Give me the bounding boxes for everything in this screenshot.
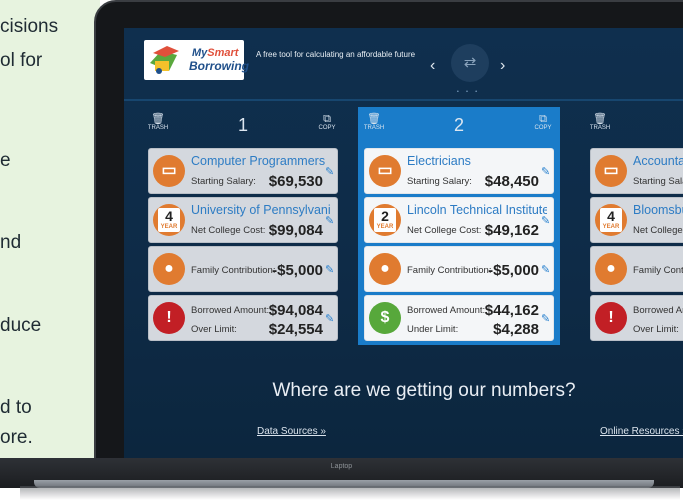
copy-icon: ⧉ xyxy=(323,113,331,125)
side-text-panel: cisions ol for e nd duce d to ore. xyxy=(0,0,100,465)
copy-button[interactable]: ⧉ COPY xyxy=(314,113,340,131)
borrowed-card[interactable]: ! Borrowed Amount: Over Limit: xyxy=(590,295,683,341)
year-badge-icon: 4 YEAR xyxy=(153,204,185,236)
family-contribution-value: -$5,000 xyxy=(488,262,539,279)
side-text-line: cisions xyxy=(0,16,59,37)
numbers-question-heading: Where are we getting our numbers? xyxy=(272,380,576,401)
trash-button[interactable]: 🗑 TRASH xyxy=(588,113,612,131)
side-text-line: ore. xyxy=(0,427,33,448)
pencil-icon[interactable]: ✎ xyxy=(325,265,336,276)
swap-icon[interactable]: ⇄ xyxy=(451,44,489,82)
family-card[interactable]: ● Family Contribution: -$5,000 ✎ xyxy=(148,246,338,292)
dollar-icon: $ xyxy=(369,302,401,334)
side-text-line: duce xyxy=(0,315,42,336)
divider xyxy=(124,99,683,101)
college-title[interactable]: University of Pennsylvania xyxy=(191,203,331,217)
copy-button[interactable]: ⧉ COPY xyxy=(530,113,556,131)
year-badge-icon: 4 YEAR xyxy=(595,204,627,236)
logo-text-smart: Smart xyxy=(207,47,239,59)
year-badge-icon: 2 YEAR xyxy=(369,204,401,236)
mysmartborrowing-logo[interactable]: MySmart Borrowing xyxy=(144,40,249,80)
piggy-bank-icon: ● xyxy=(369,253,401,285)
college-title[interactable]: Bloomsburg xyxy=(633,203,683,217)
briefcase-icon: ▭ xyxy=(153,155,185,187)
piggy-bank-icon: ● xyxy=(595,253,627,285)
logo-mark-icon xyxy=(147,43,181,77)
salary-value: $69,530 xyxy=(268,173,323,190)
pencil-icon[interactable]: ✎ xyxy=(541,216,552,227)
career-title[interactable]: Electricians xyxy=(407,154,547,168)
borrowed-card[interactable]: ! Borrowed Amount: $94,084 Over Limit: $… xyxy=(148,295,338,341)
side-text-line: ol for xyxy=(0,50,43,71)
borrowed-value: $94,084 xyxy=(268,302,323,319)
college-cost-value: $49,162 xyxy=(484,222,539,239)
career-card[interactable]: ▭ Accountants Starting Salary: xyxy=(590,148,683,194)
college-card[interactable]: 4YEAR Bloomsburg Net College Cost: xyxy=(590,197,683,243)
app-screen: MySmart Borrowing A free tool for calcul… xyxy=(124,28,683,458)
pencil-icon[interactable]: ✎ xyxy=(541,167,552,178)
college-title[interactable]: Lincoln Technical Institute... xyxy=(407,203,547,217)
scenario-column-2: 🗑 TRASH 2 ⧉ COPY ▭ Electricians Starting… xyxy=(358,107,560,345)
briefcase-icon: ▭ xyxy=(595,155,627,187)
pencil-icon[interactable]: ✎ xyxy=(541,265,552,276)
college-cost-value: $99,084 xyxy=(268,222,323,239)
borrowed-value: $44,162 xyxy=(484,302,539,319)
pencil-icon[interactable]: ✎ xyxy=(325,167,336,178)
college-card[interactable]: 2 YEAR Lincoln Technical Institute... Net… xyxy=(364,197,554,243)
copy-icon: ⧉ xyxy=(539,113,547,125)
laptop-label: Laptop xyxy=(330,463,353,470)
side-text-line: e xyxy=(0,150,11,171)
career-card[interactable]: ▭ Electricians Starting Salary: $48,450 … xyxy=(364,148,554,194)
logo-text-borrowing: Borrowing xyxy=(189,59,249,73)
side-text-line: nd xyxy=(0,232,22,253)
pencil-icon[interactable]: ✎ xyxy=(325,314,336,325)
data-sources-link[interactable]: Data Sources » xyxy=(257,426,326,437)
family-contribution-value: -$5,000 xyxy=(272,262,323,279)
next-arrow-icon[interactable]: › xyxy=(500,58,505,74)
briefcase-icon: ▭ xyxy=(369,155,401,187)
family-card[interactable]: ● Family Contribution: xyxy=(590,246,683,292)
pencil-icon[interactable]: ✎ xyxy=(325,216,336,227)
carousel-dots[interactable]: • • • xyxy=(457,89,480,95)
scenario-column-1: 🗑 TRASH 1 ⧉ COPY ▭ Computer Programmers … xyxy=(142,107,344,345)
prev-arrow-icon[interactable]: ‹ xyxy=(430,58,435,74)
trash-icon: 🗑 xyxy=(593,113,607,125)
piggy-bank-icon: ● xyxy=(153,253,185,285)
limit-value: $4,288 xyxy=(493,321,539,338)
warning-icon: ! xyxy=(153,302,185,334)
side-text-line: d to xyxy=(0,397,32,418)
scenario-column-3: 🗑 TRASH ▭ Accountants Starting Salary: 4… xyxy=(584,107,683,345)
career-title[interactable]: Computer Programmers xyxy=(191,154,331,168)
career-card[interactable]: ▭ Computer Programmers Starting Salary: … xyxy=(148,148,338,194)
logo-text-my: My xyxy=(192,47,208,59)
career-title[interactable]: Accountants xyxy=(633,154,683,168)
online-resources-link[interactable]: Online Resources » xyxy=(600,426,683,437)
stage: cisions ol for e nd duce d to ore. MySma… xyxy=(0,0,683,502)
laptop-shadow xyxy=(20,486,680,500)
borrowed-card[interactable]: $ Borrowed Amount: $44,162 Under Limit: … xyxy=(364,295,554,341)
salary-value: $48,450 xyxy=(484,173,539,190)
pencil-icon[interactable]: ✎ xyxy=(541,314,552,325)
tagline: A free tool for calculating an affordabl… xyxy=(256,50,416,59)
limit-value: $24,554 xyxy=(268,321,323,338)
warning-icon: ! xyxy=(595,302,627,334)
college-card[interactable]: 4 YEAR University of Pennsylvania Net Col… xyxy=(148,197,338,243)
family-card[interactable]: ● Family Contribution: -$5,000 ✎ xyxy=(364,246,554,292)
